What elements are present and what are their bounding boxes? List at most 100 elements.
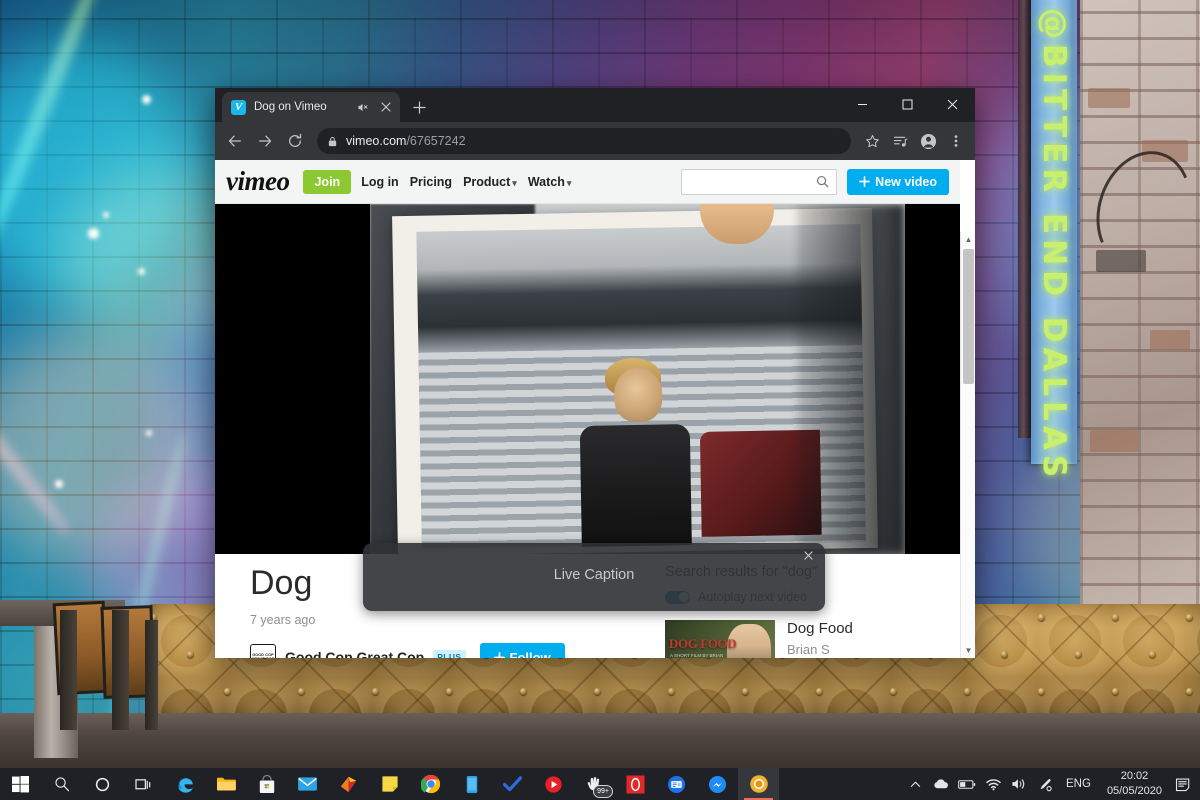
new-video-label: New video [875,174,937,189]
messenger-button[interactable] [697,768,738,800]
plus-icon [493,651,505,658]
sofa-button [1186,688,1193,695]
speaker-icon [1012,779,1025,789]
video-player[interactable] [215,204,960,554]
opera-icon [626,774,645,794]
nav-watch[interactable]: Watch ▾ [528,175,572,189]
url-text: vimeo.com/67657242 [346,134,466,148]
channel-avatar[interactable]: GOOD COP GREAT COP [250,644,276,658]
todo-button[interactable] [492,768,533,800]
youtube-button[interactable] [533,768,574,800]
pen-icon [1040,778,1052,791]
photos-button[interactable] [328,768,369,800]
sofa-button [890,688,897,695]
bokeh-dot [138,268,145,275]
rail-item-title[interactable]: Dog Food [787,620,853,637]
join-button[interactable]: Join [303,169,352,194]
opera-button[interactable] [615,768,656,800]
news-icon [667,775,686,793]
bokeh-dot [88,228,99,239]
vimeo-logo[interactable]: vimeo [226,166,290,197]
back-arrow-icon[interactable] [221,127,249,155]
search-input[interactable] [689,174,817,189]
reading-list-icon[interactable] [887,128,913,154]
tab-audio-muted-icon[interactable] [355,100,370,115]
edge-button[interactable] [164,768,205,800]
three-dot-menu-icon[interactable] [943,128,969,154]
follow-button[interactable]: Follow [479,642,565,658]
clock-date: 05/05/2020 [1106,785,1162,797]
search-button[interactable] [41,768,82,800]
cloud-icon [933,779,948,789]
avatar-line-2: GREAT COP [252,657,275,658]
video-dark-right [797,204,905,554]
chrome-canary-button[interactable] [738,768,779,800]
sticky-notes-button[interactable] [369,768,410,800]
new-video-button[interactable]: New video [847,168,949,195]
window-controls [840,88,975,120]
folder-icon [216,777,236,791]
nav-pricing[interactable]: Pricing [410,175,452,189]
person-body [579,424,693,550]
windows-taskbar: 99+ ENG 20:02 05/05/2020 [0,768,1200,800]
mail-button[interactable] [287,768,328,800]
vimeo-search-box[interactable] [681,168,838,195]
cortana-button[interactable] [82,768,123,800]
action-center-button[interactable] [1170,768,1196,800]
live-caption-close-icon[interactable] [800,547,816,563]
browser-tab[interactable]: V Dog on Vimeo [222,92,400,122]
onedrive-button[interactable] [928,768,954,800]
star-icon[interactable] [859,128,885,154]
list-item[interactable]: DOG FOOD A SHORT FILM BY BRIAN SCHNEIDER… [665,620,950,658]
sofa-button [816,688,823,695]
reload-icon[interactable] [281,127,309,155]
photos-icon [340,776,357,792]
forward-arrow-icon[interactable] [251,127,279,155]
search-icon [817,175,829,188]
sofa-button [298,688,305,695]
clock[interactable]: 20:02 05/05/2020 [1099,769,1170,799]
maximize-button[interactable] [885,88,930,120]
nav-login[interactable]: Log in [361,175,399,189]
minimize-button[interactable] [840,88,885,120]
live-caption-overlay[interactable]: Live Caption [363,543,825,611]
file-explorer-button[interactable] [205,768,246,800]
profile-avatar-icon[interactable] [915,128,941,154]
video-frame [370,204,905,554]
task-view-button[interactable] [123,768,164,800]
scroll-up-arrow[interactable]: ▲ [961,232,975,247]
rail-item-subtitle[interactable]: Brian S [787,642,853,657]
show-hidden-icons-button[interactable] [902,768,928,800]
volume-button[interactable] [1006,768,1032,800]
start-button[interactable] [0,768,41,800]
sofa-button [1112,688,1119,695]
badge-count: 99+ [593,785,613,798]
edge-icon [178,778,193,793]
nav-product[interactable]: Product ▾ [463,175,517,189]
video-thumbnail[interactable]: DOG FOOD A SHORT FILM BY BRIAN SCHNEIDER [665,620,775,658]
sofa-button [1075,651,1082,658]
vimeo-favicon-icon: V [231,99,246,115]
chrome-button[interactable] [410,768,451,800]
close-button[interactable] [930,88,975,120]
pen-menu-button[interactable] [1032,768,1058,800]
sofa-button [1112,614,1119,621]
network-button[interactable] [980,768,1006,800]
microsoft-store-button[interactable] [246,768,287,800]
tab-close-icon[interactable] [378,100,393,115]
address-bar[interactable]: vimeo.com/67657242 [317,128,851,154]
sign-post [1018,0,1032,438]
new-tab-button[interactable] [406,94,432,120]
battery-button[interactable] [954,768,980,800]
scrollbar-thumb[interactable] [963,249,974,384]
badge-app-button[interactable]: 99+ [574,768,615,800]
vimeo-nav: Log in Pricing Product ▾ Watch ▾ [361,175,571,189]
channel-name[interactable]: Good Cop Great Cop [285,649,424,658]
your-phone-button[interactable] [451,768,492,800]
page-scrollbar[interactable]: ▲ ▼ [960,232,975,658]
language-indicator[interactable]: ENG [1058,778,1099,790]
news-button[interactable] [656,768,697,800]
scroll-down-arrow[interactable]: ▼ [961,643,975,658]
floor [0,713,1200,768]
sofa-button [964,688,971,695]
